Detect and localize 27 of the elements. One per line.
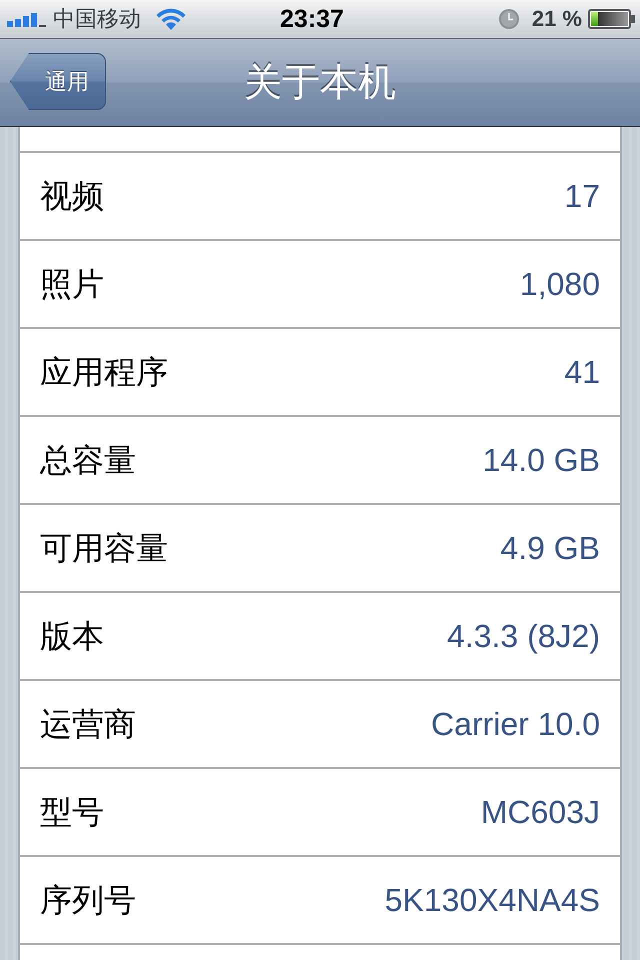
row-label: 运营商 — [40, 708, 136, 740]
row-value: 4.9 GB — [500, 532, 600, 564]
row-label: 照片 — [40, 268, 104, 300]
battery-percentage: 21 % — [532, 8, 582, 30]
row-value: 1,080 — [520, 268, 600, 300]
row-value: MC603J — [480, 796, 600, 828]
carrier-name: 中国移动 — [53, 8, 141, 30]
clock-icon — [498, 9, 519, 29]
row-label: 可用容量 — [40, 532, 168, 564]
row-value: 4.3.3 (8J2) — [447, 620, 600, 652]
row-label: 版本 — [40, 620, 104, 652]
row-value: 17 — [564, 180, 600, 212]
row-value: 41 — [564, 356, 600, 388]
battery-icon — [588, 9, 636, 29]
row-label: 总容量 — [40, 444, 136, 476]
back-button[interactable]: 通用 — [10, 53, 106, 110]
row-value: 14.0 GB — [482, 444, 600, 476]
row-value: Carrier 10.0 — [431, 708, 600, 740]
status-time: 23:37 — [280, 6, 344, 32]
row-label: 序列号 — [40, 884, 136, 916]
row-label: 应用程序 — [40, 356, 168, 388]
row-label: 型号 — [40, 796, 104, 828]
page-title: 关于本机 — [244, 64, 396, 102]
wifi-icon — [155, 8, 187, 30]
signal-icon — [7, 12, 47, 28]
row-label: 视频 — [40, 180, 104, 212]
row-value: 5K130X4NA4S — [384, 884, 600, 916]
